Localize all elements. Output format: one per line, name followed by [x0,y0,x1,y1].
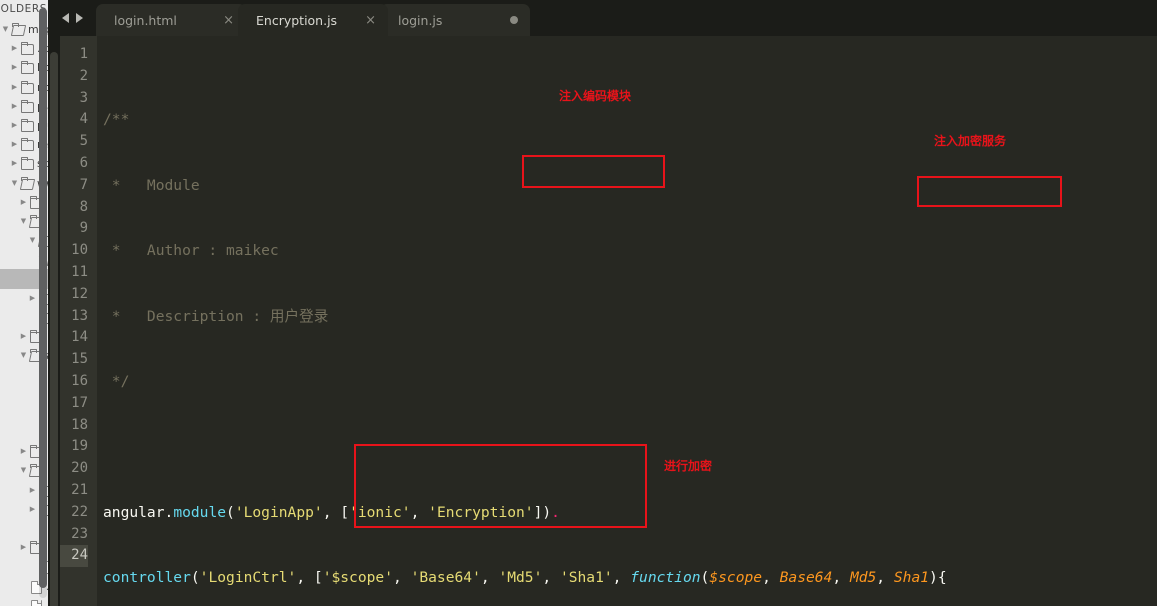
sidebar-scrollbar[interactable] [39,8,47,598]
code-line-7: angular.module('LoginApp', ['ionic', 'En… [103,503,560,521]
code-line-3: * Author : maikec [103,242,279,260]
chevron-right-icon[interactable]: ▶ [9,45,20,52]
code-text[interactable]: /** * Module * Author : maikec * Descrip… [97,36,1157,606]
tab-close-icon[interactable]: × [365,14,376,27]
chevron-right-icon[interactable]: ▶ [18,198,29,206]
chevron-right-icon[interactable]: ▶ [9,102,20,110]
editor-scrollbar-thumb[interactable] [50,52,58,606]
tab-prev-arrow-icon[interactable] [61,13,69,23]
tabs-container[interactable]: login.html × Encryption.js × login.js [96,4,530,36]
chevron-right-icon[interactable]: ▶ [18,448,29,455]
file-icon [29,599,44,606]
tab-close-icon[interactable]: × [223,14,234,27]
tab-label: login.js [398,12,443,28]
folder-icon [20,119,35,133]
annotation-label-do-encryption: 进行加密 [664,459,713,473]
chevron-right-icon[interactable]: ▶ [9,64,20,71]
chevron-right-icon[interactable]: ▶ [9,83,20,91]
chevron-right-icon[interactable]: ▶ [9,122,20,129]
editor-body: 1 2 3 4 5 6 7 8 9 10 11 12 13 14 15 16 17 18 19 20 21 22 23 24 … [48,36,1157,606]
folder-icon [20,61,35,75]
tab-nav-arrows[interactable] [48,0,96,36]
tab-login-js[interactable]: login.js [380,4,530,36]
tab-encryption-js[interactable]: Encryption.js × [238,4,388,36]
sidebar-scrollbar-thumb[interactable] [39,8,47,588]
code-area: 1 2 3 4 5 6 7 8 9 10 11 12 13 14 15 16 17 18 19 20 21 22 23 24 … [48,36,1157,606]
folder-icon [20,80,35,94]
chevron-down-icon[interactable]: ▼ [27,237,38,244]
sidebar-folder-tree[interactable]: FOLDERS ▼mypr▶.id▶ho▶no▶pla▶plu▶res▶scs▼… [0,0,48,606]
tab-label: Encryption.js [256,12,338,28]
code-line-8: controller('LoginCtrl', ['$scope', 'Base… [103,569,947,587]
sublime-text-window: FOLDERS ▼mypr▶.id▶ho▶no▶pla▶plu▶res▶scs▼… [0,0,1157,606]
code-line-5: */ [103,372,130,390]
tab-bar: login.html × Encryption.js × login.js [48,0,1157,36]
chevron-right-icon[interactable]: ▶ [27,294,38,302]
folder-icon [20,42,35,56]
chevron-right-icon[interactable]: ▶ [9,141,20,148]
tab-login-html[interactable]: login.html × [96,4,246,36]
chevron-right-icon[interactable]: ▶ [18,544,29,551]
annotation-label-inject-encryption-service: 注入加密服务 [934,134,1007,148]
chevron-right-icon[interactable]: ▶ [9,160,20,167]
editor-vertical-scrollbar[interactable] [48,36,60,606]
code-line-2: * Module [103,176,200,194]
editor-pane: login.html × Encryption.js × login.js 123456… [48,0,1157,606]
chevron-down-icon[interactable]: ▼ [0,26,11,33]
code-line-1: /** [103,111,130,129]
chevron-right-icon[interactable]: ▶ [27,505,38,513]
chevron-down-icon[interactable]: ▼ [18,352,29,359]
chevron-down-icon[interactable]: ▼ [9,179,20,187]
tab-label: login.html [114,12,177,28]
folder-open-icon [20,176,35,190]
annotation-label-inject-encoding-module: 注入编码模块 [559,89,632,103]
chevron-right-icon[interactable]: ▶ [18,333,29,340]
tab-unsaved-dot-icon[interactable] [510,16,518,24]
folder-open-icon [11,23,26,36]
folder-icon [20,138,35,152]
tab-next-arrow-icon[interactable] [75,13,83,23]
folder-icon [20,99,35,113]
chevron-down-icon[interactable]: ▼ [18,467,29,474]
chevron-right-icon[interactable]: ▶ [27,486,38,494]
chevron-down-icon[interactable]: ▼ [18,217,29,225]
code-line-4: * Description : 用户登录 [103,307,329,325]
folder-icon [20,157,35,171]
